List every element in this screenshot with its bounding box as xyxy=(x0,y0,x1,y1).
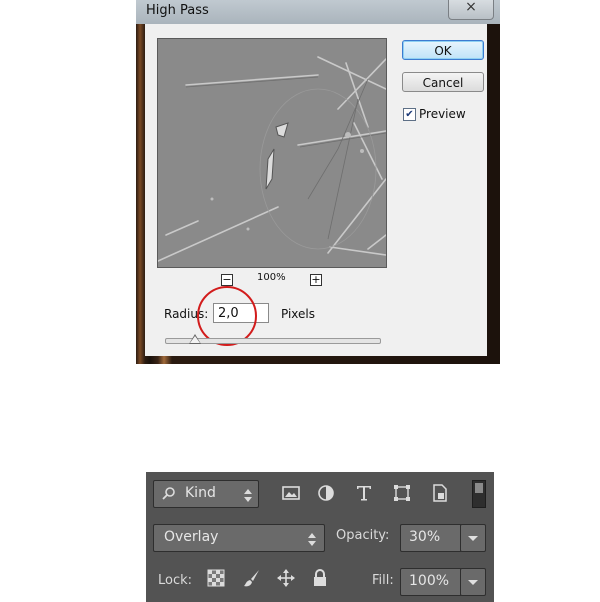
opacity-dropdown-button[interactable] xyxy=(460,524,486,552)
radius-slider-thumb[interactable] xyxy=(189,334,201,344)
fill-value: 100% xyxy=(409,573,450,589)
search-icon xyxy=(162,487,175,500)
ok-button[interactable]: OK xyxy=(402,40,484,60)
chevron-down-icon xyxy=(468,580,478,585)
type-filter-icon[interactable] xyxy=(354,483,374,503)
image-filter-icon[interactable] xyxy=(281,483,301,503)
zoom-level: 100% xyxy=(257,272,286,283)
highlight-annotation-circle xyxy=(197,286,257,346)
preview-label: Preview xyxy=(419,107,466,121)
zoom-in-button[interactable]: + xyxy=(310,274,322,286)
filter-kind-select[interactable]: Kind xyxy=(153,480,259,508)
dialog-title-bar[interactable]: High Pass × xyxy=(136,0,500,24)
fill-input[interactable]: 100% xyxy=(400,568,462,596)
blend-mode-select[interactable]: Overlay xyxy=(153,524,325,552)
preview-checkbox[interactable]: ✔ xyxy=(403,108,416,121)
filter-kind-label: Kind xyxy=(185,485,216,501)
opacity-input[interactable]: 30% xyxy=(400,524,462,552)
shape-filter-icon[interactable] xyxy=(392,483,412,503)
lock-position-icon[interactable] xyxy=(276,568,296,588)
dialog-title: High Pass xyxy=(146,3,209,18)
dialog-body: − 100% + Radius: Pixels OK Cancel ✔ Prev… xyxy=(145,24,487,356)
close-icon: × xyxy=(465,0,477,15)
radius-unit-label: Pixels xyxy=(281,307,316,321)
filter-preview-image[interactable] xyxy=(157,38,387,268)
high-pass-dialog: High Pass × − 100% + Radius: 2,0 Pixels … xyxy=(136,0,500,364)
opacity-label: Opacity: xyxy=(336,528,390,543)
fill-dropdown-button[interactable] xyxy=(460,568,486,596)
chevron-down-icon xyxy=(468,536,478,541)
opacity-value: 30% xyxy=(409,529,441,545)
fill-label: Fill: xyxy=(372,573,394,588)
layers-panel: Kind Overlay Opacity: 30% Lock: Fill: 10… xyxy=(146,472,494,602)
filter-toggle-switch[interactable] xyxy=(472,480,486,508)
lock-all-icon[interactable] xyxy=(310,568,330,588)
cancel-button[interactable]: Cancel xyxy=(402,72,484,92)
close-button[interactable]: × xyxy=(448,0,494,20)
adjustment-filter-icon[interactable] xyxy=(316,483,336,503)
lock-image-pixels-icon[interactable] xyxy=(242,568,262,588)
zoom-out-button[interactable]: − xyxy=(221,274,233,286)
blend-mode-value: Overlay xyxy=(164,529,219,545)
smart-object-filter-icon[interactable] xyxy=(430,483,450,503)
lock-transparent-pixels-icon[interactable] xyxy=(206,568,226,588)
lock-label: Lock: xyxy=(158,573,193,588)
